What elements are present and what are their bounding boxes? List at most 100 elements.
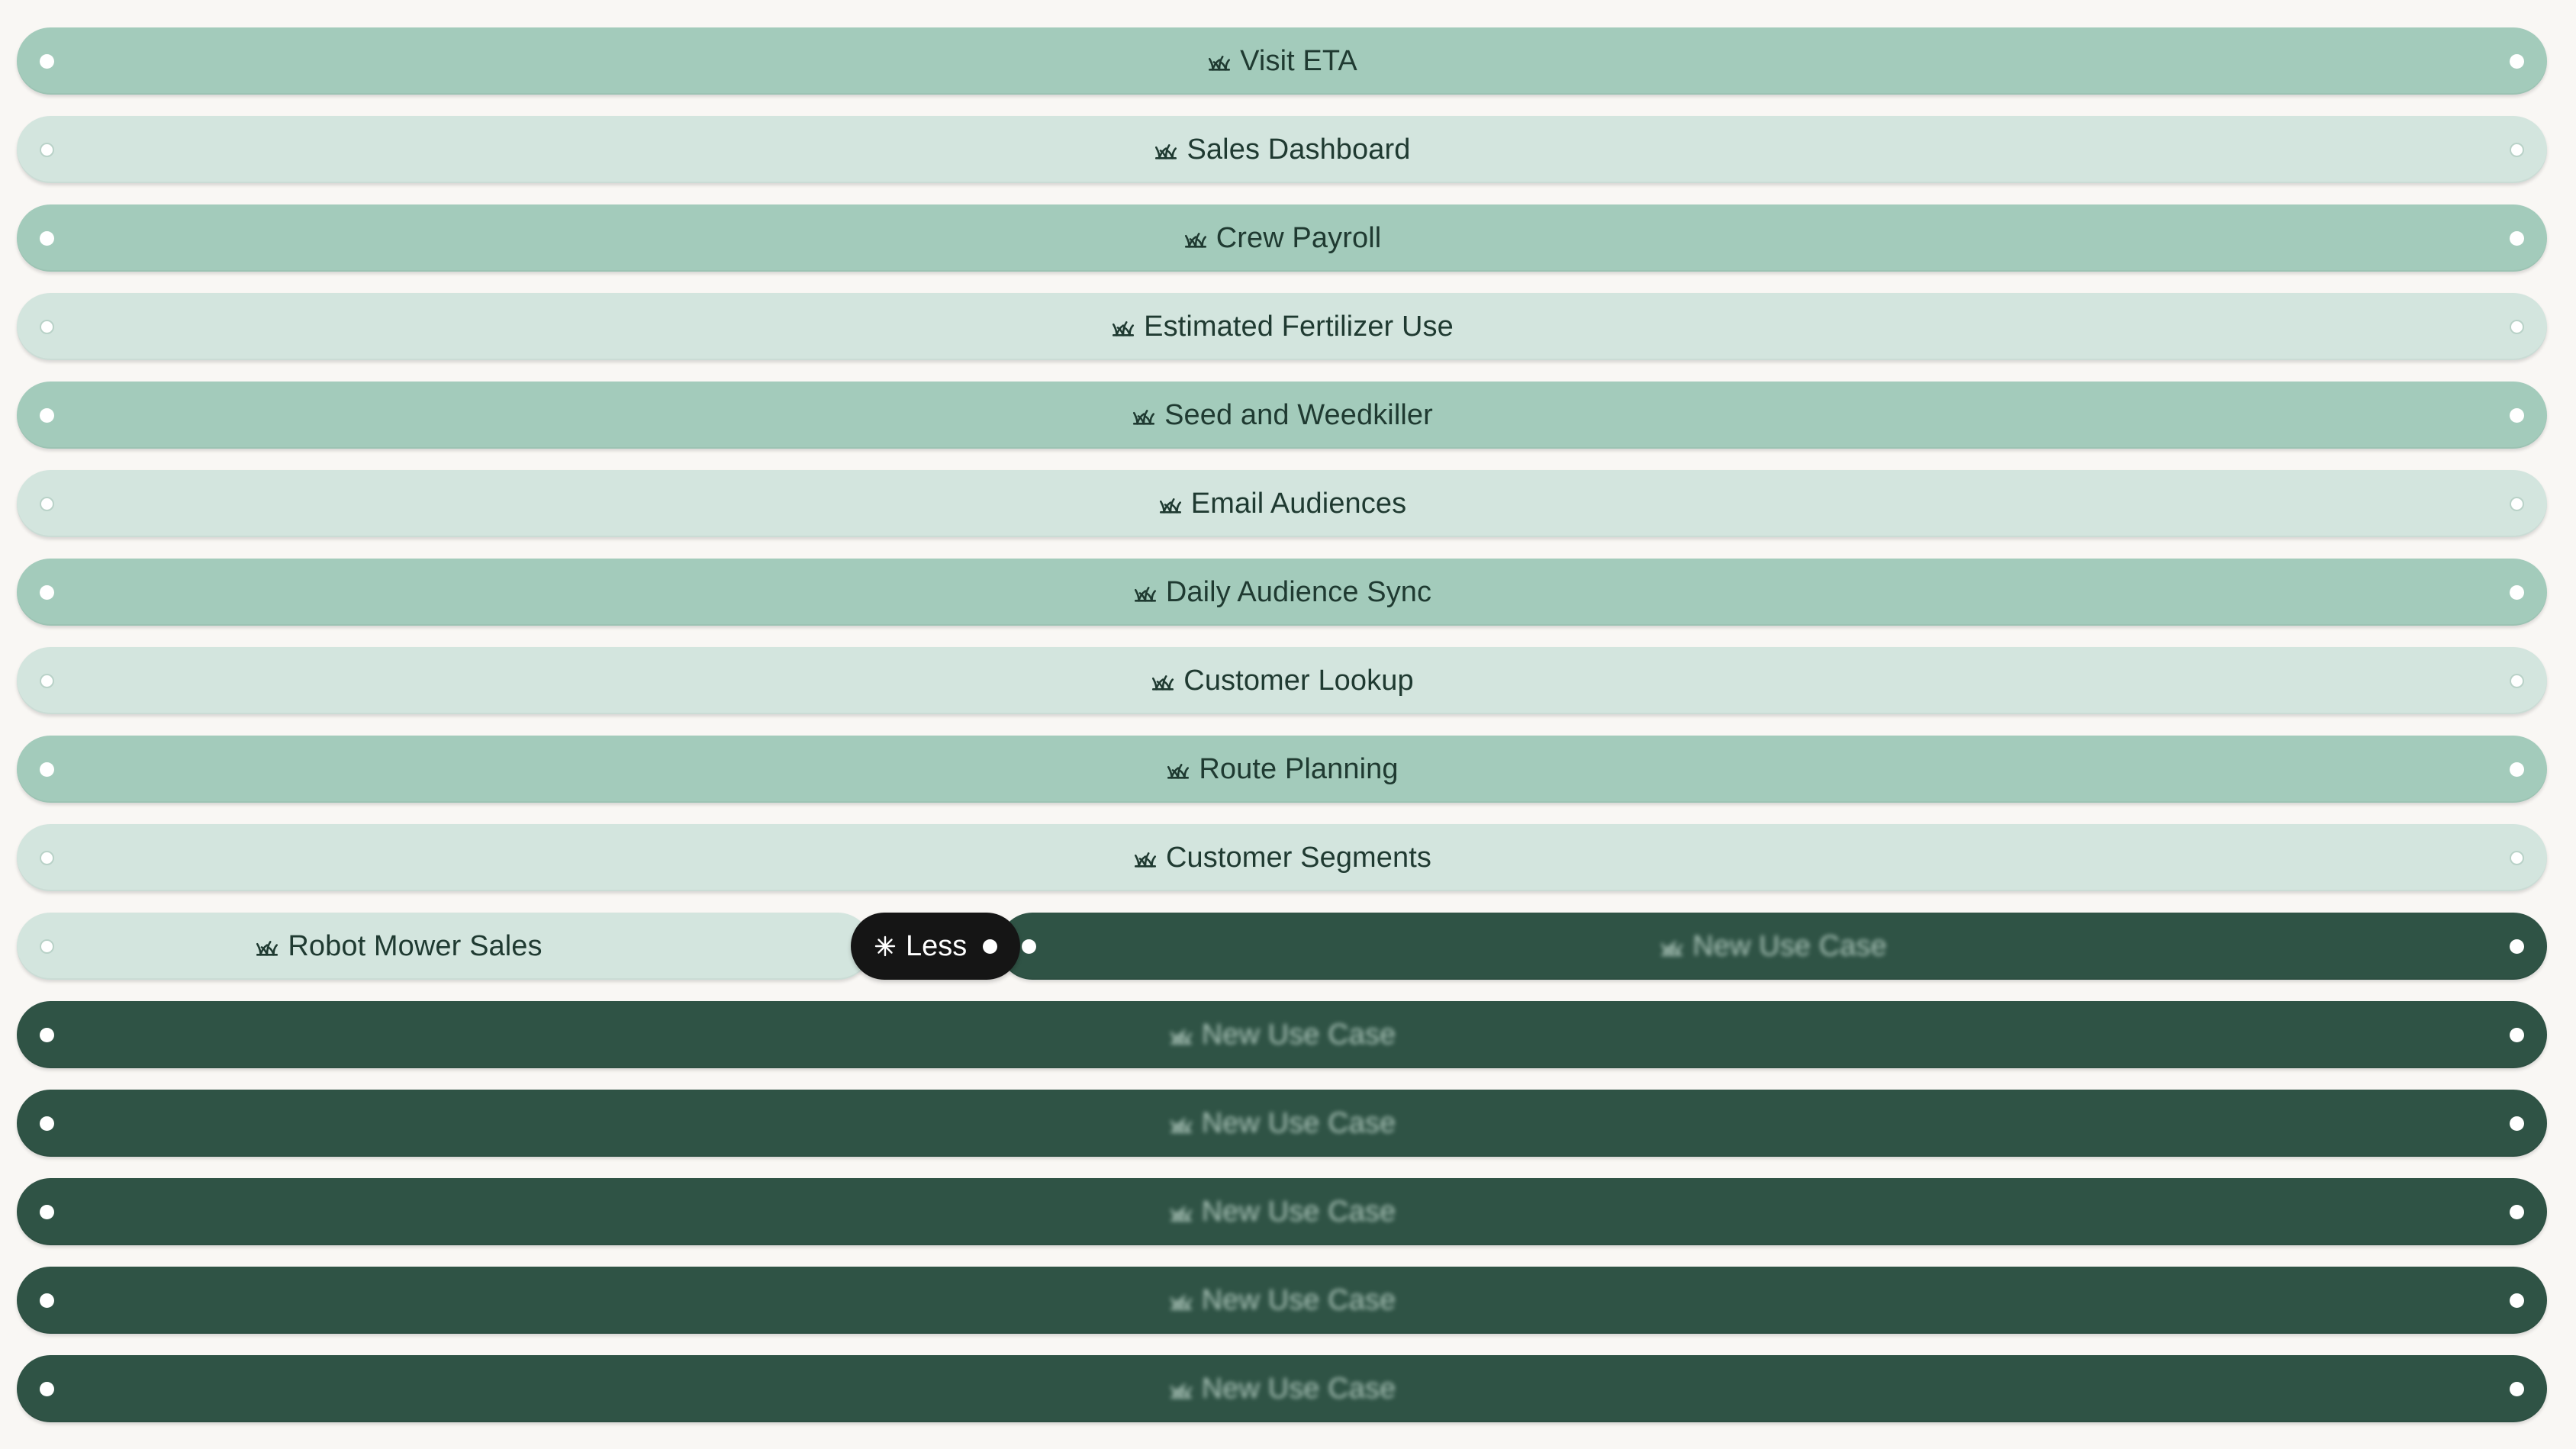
connector-dot-left[interactable] [40,319,54,334]
use-case-row: Customer Segments [17,824,2547,891]
connector-dot-left[interactable] [40,53,54,69]
grass-icon [1165,756,1191,782]
use-case-label: Sales Dashboard [1187,133,1411,166]
grass-icon [1659,933,1685,959]
use-case-label-group: Customer Lookup [1150,664,1414,697]
grass-icon [1168,1376,1194,1402]
new-use-case-row: New Use Case [17,1178,2547,1245]
use-case-label: New Use Case [1201,1106,1396,1139]
connector-dot-right[interactable] [2510,142,2524,157]
connector-dot-right[interactable] [2510,850,2524,865]
use-case-label: Visit ETA [1240,44,1357,77]
connector-dot-left[interactable] [40,584,54,600]
connector-dot-right[interactable] [2510,1116,2524,1131]
grass-icon [1132,579,1158,605]
grass-icon [1168,1110,1194,1136]
connector-dot-right[interactable] [2510,939,2524,954]
use-case-label: Customer Lookup [1183,664,1414,697]
use-case-label: Robot Mower Sales [288,929,543,962]
use-case-pill-visit-eta[interactable]: Visit ETA [17,27,2547,95]
connector-dot-left[interactable] [40,939,54,954]
use-case-pill-email-audiences[interactable]: Email Audiences [17,470,2547,537]
use-case-row: Daily Audience Sync [17,559,2547,626]
use-case-row: Email Audiences [17,470,2547,537]
grass-icon [1168,1022,1194,1048]
use-case-pill-estimated-fertilizer-use[interactable]: Estimated Fertilizer Use [17,293,2547,360]
use-case-label: Customer Segments [1165,841,1432,874]
connector-dot-left[interactable] [40,1116,54,1131]
connector-dot-left[interactable] [40,1027,54,1042]
connector-dot-right[interactable] [2510,1293,2524,1308]
connector-dot-left[interactable] [40,1293,54,1308]
use-case-label-group: Daily Audience Sync [1132,576,1431,609]
asterisk-icon [872,933,898,959]
use-case-label: New Use Case [1692,929,1887,962]
new-use-case-pill[interactable]: New Use Case [17,1090,2547,1157]
connector-dot-right[interactable] [2510,230,2524,246]
connector-dot-right[interactable] [2510,584,2524,600]
use-case-pill-customer-lookup[interactable]: Customer Lookup [17,647,2547,714]
use-case-row: Sales Dashboard [17,116,2547,183]
use-case-label-group: Sales Dashboard [1153,134,1410,166]
connector-dot-right[interactable] [2510,1027,2524,1042]
use-case-label-group: New Use Case [1168,1107,1396,1140]
use-case-label-group: Robot Mower Sales [254,929,543,963]
connector-dot-right[interactable] [2510,319,2524,334]
use-case-pill-sales-dashboard[interactable]: Sales Dashboard [17,116,2547,183]
connector-dot-right[interactable] [2510,762,2524,777]
use-case-label-group: New Use Case [1168,1284,1396,1317]
use-case-label: New Use Case [1201,1283,1396,1316]
connector-dot-right[interactable] [2510,407,2524,423]
use-case-label-group: Visit ETA [1206,45,1357,78]
connector-dot-left[interactable] [40,230,54,246]
connector-dot-left[interactable] [40,142,54,157]
connector-dot-right[interactable] [2510,53,2524,69]
use-case-label-group: New Use Case [1168,1373,1396,1406]
use-case-label: Email Audiences [1190,487,1407,520]
grass-icon [1110,314,1136,340]
connector-dot-right[interactable] [2510,673,2524,688]
use-case-pill-crew-payroll[interactable]: Crew Payroll [17,204,2547,272]
use-case-pill-robot-mower-sales[interactable]: Robot Mower Sales [17,913,871,980]
use-case-pill-seed-and-weedkiller[interactable]: Seed and Weedkiller [17,382,2547,449]
use-case-row: Crew Payroll [17,204,2547,272]
use-case-pill-route-planning[interactable]: Route Planning [17,736,2547,803]
connector-dot-left[interactable] [40,407,54,423]
connector-dot-right[interactable] [2510,1381,2524,1396]
use-case-list: Visit ETA Sales Dashboard Crew Payroll E… [17,27,2547,1444]
new-use-case-pill[interactable]: New Use Case [17,1355,2547,1422]
use-case-label: New Use Case [1201,1018,1396,1051]
connector-dot-left[interactable] [40,850,54,865]
less-button[interactable]: Less [851,913,1020,980]
use-case-label: Route Planning [1199,752,1399,785]
use-case-pill-customer-segments[interactable]: Customer Segments [17,824,2547,891]
new-use-case-pill[interactable]: New Use Case [17,1267,2547,1334]
connector-dot-left[interactable] [40,1204,54,1219]
grass-icon [1206,48,1232,74]
grass-icon [1168,1199,1194,1225]
new-use-case-row: New Use Case [17,1090,2547,1157]
new-use-case-pill[interactable]: New Use Case [999,913,2547,980]
connector-dot-left[interactable] [40,1381,54,1396]
new-use-case-pill[interactable]: New Use Case [17,1001,2547,1068]
use-case-label: Daily Audience Sync [1165,575,1432,608]
use-case-row: Visit ETA [17,27,2547,95]
connector-dot-left[interactable] [40,762,54,777]
use-case-label-group: Route Planning [1165,752,1399,786]
connector-dot-left[interactable] [40,496,54,511]
use-case-row: Estimated Fertilizer Use [17,293,2547,360]
new-use-case-pill[interactable]: New Use Case [17,1178,2547,1245]
grass-icon [1131,402,1157,428]
connector-dot-left[interactable] [40,673,54,688]
use-case-pill-daily-audience-sync[interactable]: Daily Audience Sync [17,559,2547,626]
connector-dot-left[interactable] [1022,939,1036,954]
connector-dot-right[interactable] [2510,1204,2524,1219]
new-use-case-row: New Use Case [17,1267,2547,1334]
use-case-label-group: Customer Segments [1132,842,1431,874]
use-case-label-group: Email Audiences [1158,488,1406,520]
split-row: Robot Mower Sales Less New Use Case [17,913,2547,980]
connector-dot[interactable] [983,939,997,954]
connector-dot-right[interactable] [2510,496,2524,511]
new-use-case-row: New Use Case [17,1001,2547,1068]
use-case-label: New Use Case [1201,1372,1396,1405]
